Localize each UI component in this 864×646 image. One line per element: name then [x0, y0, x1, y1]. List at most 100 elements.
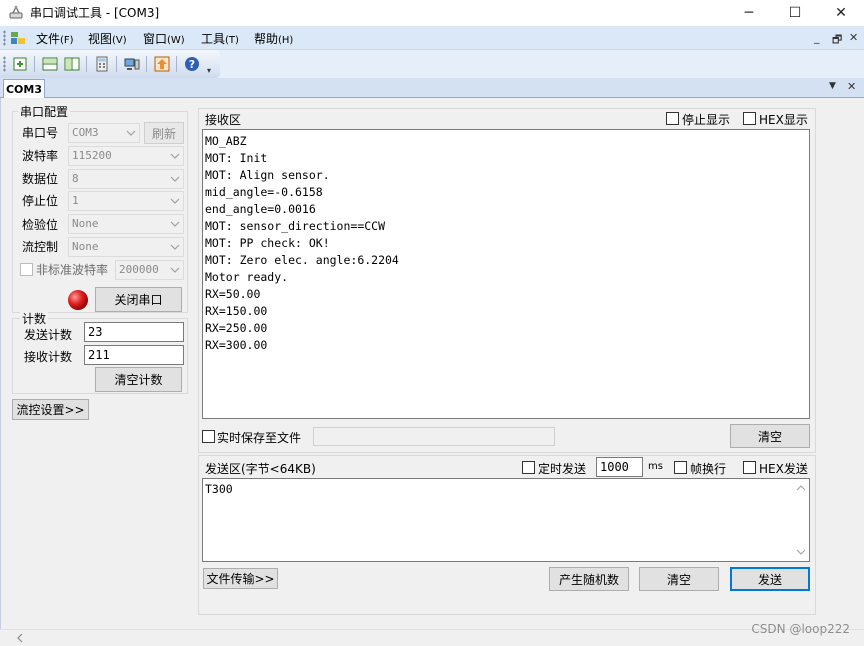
maximize-button[interactable]: ☐	[772, 0, 818, 26]
toolbar-separator	[146, 56, 147, 72]
file-transfer-button[interactable]: 文件传输>>	[203, 568, 278, 589]
hex-send-label: HEX发送	[759, 462, 808, 476]
stopbits-label: 停止位	[22, 194, 59, 208]
port-select[interactable]: COM3	[68, 123, 140, 143]
hex-send-checkbox[interactable]	[743, 461, 756, 474]
toolbar-separator	[116, 56, 117, 72]
upload-arrow-icon	[154, 56, 170, 72]
window-title: 串口调试工具 - [COM3]	[30, 6, 160, 20]
toolbar-grip[interactable]	[3, 56, 6, 72]
parity-label: 检验位	[22, 218, 59, 232]
menubar-grip[interactable]	[3, 30, 6, 46]
title-bar: 串口调试工具 - [COM3] ─ ☐ ✕	[0, 0, 864, 26]
hex-display-label: HEX显示	[759, 113, 808, 127]
chevron-down-icon	[170, 267, 180, 273]
clear-count-button[interactable]: 清空计数	[95, 367, 182, 392]
databits-select[interactable]: 8	[68, 169, 184, 189]
send-interval-input[interactable]: 1000	[596, 457, 643, 477]
nonstd-baud-label: 非标准波特率	[36, 263, 109, 277]
scroll-down-icon[interactable]	[796, 548, 806, 556]
receive-title: 接收区	[205, 113, 242, 127]
nonstd-baud-checkbox[interactable]	[20, 263, 33, 276]
port-status-led-icon	[68, 290, 88, 310]
refresh-button[interactable]: 刷新	[144, 122, 184, 144]
baud-select[interactable]: 115200	[68, 146, 184, 166]
stopbits-select[interactable]: 1	[68, 191, 184, 211]
serial-config-title: 串口配置	[18, 103, 71, 120]
receive-line: RX=250.00	[205, 321, 268, 335]
computer-icon	[124, 58, 140, 70]
calculator-button[interactable]	[92, 54, 112, 74]
clear-receive-button[interactable]: 清空	[730, 424, 810, 448]
device-manager-button[interactable]	[122, 54, 142, 74]
random-number-button[interactable]: 产生随机数	[549, 567, 629, 591]
mdi-minimize-button[interactable]: _	[814, 31, 820, 44]
parity-select[interactable]: None	[68, 214, 184, 234]
tab-close-icon[interactable]: ✕	[847, 80, 856, 93]
scroll-left-icon[interactable]	[16, 633, 24, 643]
menu-app-icon	[11, 32, 25, 44]
hex-display-checkbox[interactable]	[743, 112, 756, 125]
mdi-restore-button[interactable]: 🗗	[832, 31, 842, 50]
port-label: 串口号	[22, 126, 59, 140]
document-tab-strip: COM3 ▼ ✕	[0, 78, 864, 98]
split-horizontal-button[interactable]	[40, 54, 60, 74]
menu-file[interactable]: 文件(F)	[36, 30, 74, 47]
tab-list-dropdown-icon[interactable]: ▼	[829, 81, 836, 91]
nonstd-baud-select[interactable]: 200000	[115, 260, 184, 280]
horizontal-scrollbar[interactable]	[0, 629, 864, 646]
save-to-file-checkbox[interactable]	[202, 430, 215, 443]
databits-label: 数据位	[22, 172, 59, 186]
save-file-path-field[interactable]	[313, 427, 555, 446]
stop-display-label: 停止显示	[682, 113, 731, 127]
chevron-down-icon	[170, 221, 180, 227]
menu-tools[interactable]: 工具(T)	[201, 30, 239, 47]
save-to-file-label: 实时保存至文件	[217, 431, 302, 445]
mdi-close-button[interactable]: ✕	[849, 31, 858, 44]
receive-line: RX=150.00	[205, 304, 268, 318]
send-title: 发送区(字节<64KB)	[205, 462, 316, 476]
close-port-button[interactable]: 关闭串口	[95, 287, 182, 312]
help-button[interactable]: ?	[182, 54, 202, 74]
receive-line: MOT: Zero elec. angle:6.2204	[205, 253, 399, 267]
split-vertical-icon	[64, 57, 80, 71]
baud-label: 波特率	[22, 149, 59, 163]
watermark: CSDN @loop222	[751, 622, 850, 636]
flow-settings-button[interactable]: 流控设置>>	[12, 399, 89, 420]
receive-line: RX=50.00	[205, 287, 261, 301]
minimize-button[interactable]: ─	[726, 0, 772, 26]
menu-view[interactable]: 视图(V)	[88, 30, 127, 47]
send-textarea[interactable]: T300	[202, 478, 810, 562]
send-count-label: 发送计数	[24, 328, 73, 342]
split-vertical-button[interactable]	[62, 54, 82, 74]
upload-button[interactable]	[152, 54, 172, 74]
receive-line: end_angle=0.0016	[205, 202, 316, 216]
timed-send-label: 定时发送	[538, 462, 587, 476]
new-session-icon	[13, 57, 27, 71]
recv-count-label: 接收计数	[24, 350, 73, 364]
clear-send-button[interactable]: 清空	[639, 567, 719, 591]
chevron-down-icon	[126, 130, 136, 136]
menu-window[interactable]: 窗口(W)	[143, 30, 185, 47]
receive-textarea[interactable]: MO_ABZ MOT: Init MOT: Align sensor. mid_…	[202, 129, 810, 419]
scroll-up-icon[interactable]	[796, 484, 806, 492]
svg-text:?: ?	[189, 58, 195, 71]
send-scrollbar[interactable]	[793, 479, 809, 561]
receive-line: MOT: Align sensor.	[205, 168, 330, 182]
toolbar-separator	[176, 56, 177, 72]
recv-count-value: 211	[84, 345, 184, 365]
toolbar-separator	[34, 56, 35, 72]
receive-line: MOT: sensor_direction==CCW	[205, 219, 386, 233]
app-icon	[9, 5, 23, 19]
newline-checkbox[interactable]	[674, 461, 687, 474]
stop-display-checkbox[interactable]	[666, 112, 679, 125]
send-button[interactable]: 发送	[730, 567, 810, 591]
menu-help[interactable]: 帮助(H)	[254, 30, 293, 47]
timed-send-checkbox[interactable]	[522, 461, 535, 474]
flow-select[interactable]: None	[68, 237, 184, 257]
tab-com3[interactable]: COM3	[3, 79, 45, 98]
toolbar-overflow-icon[interactable]: ▾	[207, 66, 211, 75]
close-window-button[interactable]: ✕	[818, 0, 864, 26]
new-session-button[interactable]	[10, 54, 30, 74]
receive-line: mid_angle=-0.6158	[205, 185, 323, 199]
